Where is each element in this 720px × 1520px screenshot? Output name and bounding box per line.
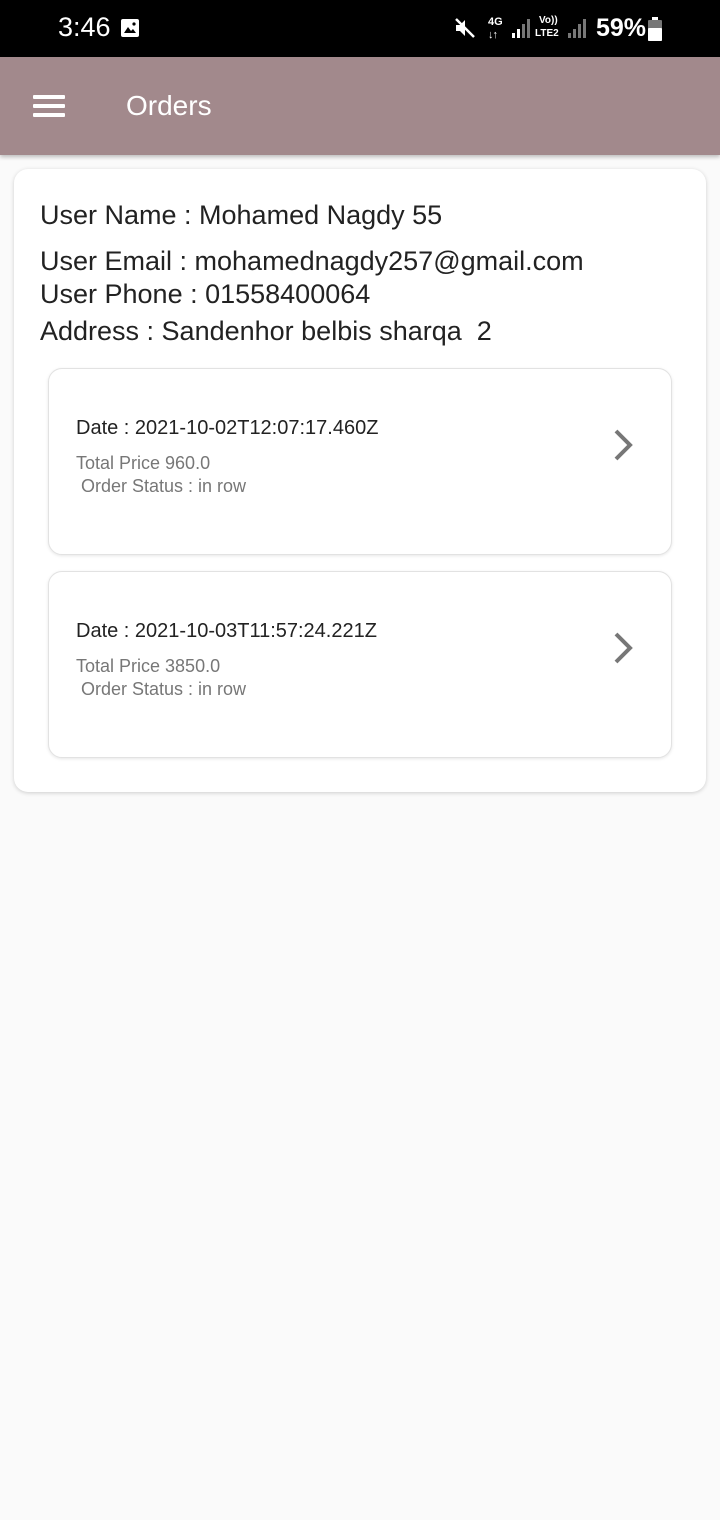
chevron-right-icon[interactable]	[609, 630, 637, 666]
order-date: Date : 2021-10-02T12:07:17.460Z	[76, 417, 379, 439]
mute-icon	[455, 18, 475, 38]
signal-icon-2	[568, 19, 586, 38]
order-date: Date : 2021-10-03T11:57:24.221Z	[76, 620, 377, 642]
order-status: Order Status : in row	[76, 476, 247, 496]
order-total-price: Total Price 960.0	[76, 453, 211, 473]
user-address: Address : Sandenhor belbis sharqa 2	[40, 316, 492, 346]
signal-icon	[512, 19, 530, 38]
chevron-right-icon[interactable]	[609, 427, 637, 463]
order-total-price: Total Price 3850.0	[76, 656, 221, 676]
network-arrows: ↓↑	[488, 29, 498, 41]
status-bar: 3:46 4G ↓↑ Vo)) LTE2 59%	[0, 0, 720, 57]
order-status: Order Status : in row	[76, 679, 247, 699]
gallery-icon	[121, 19, 139, 37]
user-phone: User Phone : 01558400064	[40, 279, 371, 309]
status-time: 3:46	[58, 12, 111, 42]
user-name: User Name : Mohamed Nagdy 55	[40, 200, 443, 230]
network-type-label: 4G	[488, 16, 503, 28]
volte-bottom-label: LTE2	[535, 28, 559, 39]
battery-percentage: 59%	[596, 14, 647, 42]
page-title: Orders	[126, 90, 212, 121]
user-email: User Email : mohamednagdy257@gmail.com	[40, 246, 584, 276]
order-card[interactable]: Date : 2021-10-02T12:07:17.460Z Total Pr…	[48, 368, 672, 555]
volte-indicator: Vo)) LTE2	[535, 15, 567, 43]
hamburger-menu-icon[interactable]	[22, 83, 76, 129]
battery-icon	[648, 17, 662, 41]
volte-top-label: Vo))	[539, 15, 558, 26]
order-card[interactable]: Date : 2021-10-03T11:57:24.221Z Total Pr…	[48, 571, 672, 758]
user-info-card: User Name : Mohamed Nagdy 55 User Email …	[14, 169, 706, 792]
app-bar: Orders	[0, 57, 720, 155]
network-4g-indicator: 4G ↓↑	[486, 14, 506, 42]
